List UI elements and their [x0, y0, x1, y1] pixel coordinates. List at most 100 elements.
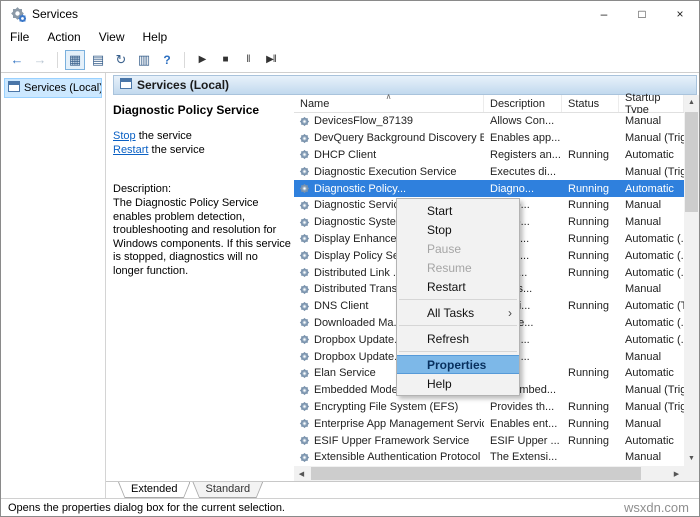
service-row[interactable]: DevicesFlow_87139 Allows Con... Manual [294, 113, 684, 130]
service-gear-icon [299, 200, 310, 211]
service-status: Running [568, 266, 609, 279]
watermark: wsxdn.com [623, 500, 689, 515]
service-startup-type: Manual (Trig... [625, 132, 684, 145]
services-app-icon [10, 6, 26, 22]
service-row[interactable]: Diagnostic Execution Service Executes di.… [294, 163, 684, 180]
show-console-tree-icon[interactable]: ▦ [65, 49, 85, 70]
scroll-left-icon[interactable]: ◀ [294, 466, 309, 481]
column-header-startup-type[interactable]: Startup Type [619, 92, 684, 116]
menu-item-properties[interactable]: Properties [397, 355, 519, 374]
forward-icon[interactable]: → [30, 50, 50, 70]
service-name: Distributed Link ... [314, 266, 403, 279]
toolbar-separator [57, 51, 58, 68]
menu-item-all-tasks[interactable]: All Tasks › [397, 303, 519, 322]
stop-service-link[interactable]: Stop [113, 130, 136, 142]
service-status: Running [568, 182, 609, 195]
help-icon[interactable]: ? [157, 50, 177, 70]
table-header: Name ∧ Description Status Startup Type [294, 92, 684, 116]
service-row[interactable]: Diagnostic Policy... Diagno... Running Auto… [294, 180, 684, 197]
start-service-icon[interactable]: ▶ [192, 50, 212, 70]
service-startup-type: Automatic (... [625, 333, 684, 346]
service-status: Running [568, 232, 609, 245]
service-name: ESIF Upper Framework Service [314, 434, 470, 447]
refresh-icon[interactable]: ↻ [111, 50, 131, 70]
console-tree-panel: Services (Local) [1, 73, 106, 498]
service-name: Diagnostic Servic... [314, 199, 409, 212]
horizontal-scrollbar[interactable]: ◀ ▶ [294, 466, 684, 481]
panel-header-title: Services (Local) [137, 78, 230, 92]
column-header-status[interactable]: Status [562, 95, 619, 112]
column-header-description[interactable]: Description [484, 95, 562, 112]
pause-service-icon[interactable]: ‖ [238, 50, 258, 70]
service-name: Display Enhance... [314, 232, 406, 245]
scroll-up-icon[interactable]: ▲ [684, 95, 699, 110]
tab-label: Extended [119, 482, 189, 497]
service-status [562, 281, 619, 298]
name-cell: DHCP Client [294, 147, 484, 164]
service-status [562, 348, 619, 365]
menu-item-refresh[interactable]: Refresh [397, 329, 519, 348]
vertical-scrollbar[interactable]: ▲ ▼ [684, 95, 699, 466]
tab-standard[interactable]: Standard [192, 482, 263, 499]
status-bar: Opens the properties dialog box for the … [1, 498, 699, 516]
menu-help[interactable]: Help [134, 30, 177, 44]
export-list-icon[interactable]: ▥ [134, 50, 154, 70]
service-action-line: Stop the service [113, 129, 205, 143]
title-bar[interactable]: Services – □ × [1, 1, 699, 27]
service-description: Executes di... [490, 165, 557, 178]
maximize-icon[interactable]: □ [623, 1, 661, 27]
tree-item-services-local[interactable]: Services (Local) [4, 78, 102, 98]
service-gear-icon [299, 250, 310, 261]
service-gear-icon [299, 452, 310, 463]
services-window: Services – □ × File Action View Help ← → ▦ ▤ ↻ ▥… [0, 0, 700, 517]
service-gear-icon [299, 133, 310, 144]
service-row[interactable]: Enterprise App Management Service Enables… [294, 415, 684, 432]
service-row[interactable]: Encrypting File System (EFS) Provides th.… [294, 399, 684, 416]
service-startup-type: Automatic (... [625, 232, 684, 245]
service-name: Extensible Authentication Protocol [314, 451, 481, 464]
service-name: DevicesFlow_87139 [314, 115, 414, 128]
service-status [562, 130, 619, 147]
scroll-right-icon[interactable]: ▶ [669, 466, 684, 481]
restart-service-link[interactable]: Restart [113, 144, 148, 156]
service-status: Running [568, 148, 609, 161]
service-row[interactable]: DevQuery Background Discovery B... Enable… [294, 130, 684, 147]
service-row[interactable]: DHCP Client Registers an... Running Automat… [294, 147, 684, 164]
service-status [562, 315, 619, 332]
menu-item-help[interactable]: Help [397, 374, 519, 393]
restart-service-icon[interactable]: ▶‖ [261, 50, 281, 70]
service-startup-type: Automatic [625, 182, 674, 195]
vertical-scroll-thumb[interactable] [685, 112, 698, 212]
service-startup-type: Automatic (... [625, 316, 684, 329]
menu-item-restart[interactable]: Restart [397, 277, 519, 296]
service-startup-type: Automatic (... [625, 266, 684, 279]
sort-ascending-icon: ∧ [385, 92, 392, 101]
service-gear-icon [299, 183, 310, 194]
tab-extended[interactable]: Extended [118, 482, 190, 499]
stop-service-icon[interactable]: ■ [215, 50, 235, 70]
menu-action[interactable]: Action [38, 30, 89, 44]
action-suffix: the service [148, 144, 205, 156]
service-name: DNS Client [314, 300, 369, 313]
context-menu: Start Stop Pause Resume Restart All Tasks › Ref… [396, 198, 520, 396]
service-startup-type: Automatic (... [625, 249, 684, 262]
horizontal-scroll-thumb[interactable] [311, 467, 641, 480]
menu-item-label: Help [427, 376, 452, 391]
service-row[interactable]: ESIF Upper Framework Service ESIF Upper .… [294, 432, 684, 449]
service-row[interactable]: Extensible Authentication Protocol The Ex… [294, 449, 684, 466]
minimize-icon[interactable]: – [585, 1, 623, 27]
menu-item-stop[interactable]: Stop [397, 220, 519, 239]
menu-view[interactable]: View [90, 30, 134, 44]
column-header-name[interactable]: Name ∧ [294, 92, 484, 112]
back-icon[interactable]: ← [7, 50, 27, 70]
properties-icon[interactable]: ▤ [88, 50, 108, 70]
service-status [562, 449, 619, 466]
service-description: Allows Con... [490, 115, 555, 128]
service-startup-type: Manual [625, 216, 662, 229]
service-description: Registers an... [490, 148, 561, 161]
menu-item-start[interactable]: Start [397, 201, 519, 220]
scroll-down-icon[interactable]: ▼ [684, 451, 699, 466]
close-icon[interactable]: × [661, 1, 699, 27]
name-cell: Extensible Authentication Protocol [294, 449, 484, 466]
menu-file[interactable]: File [1, 30, 38, 44]
